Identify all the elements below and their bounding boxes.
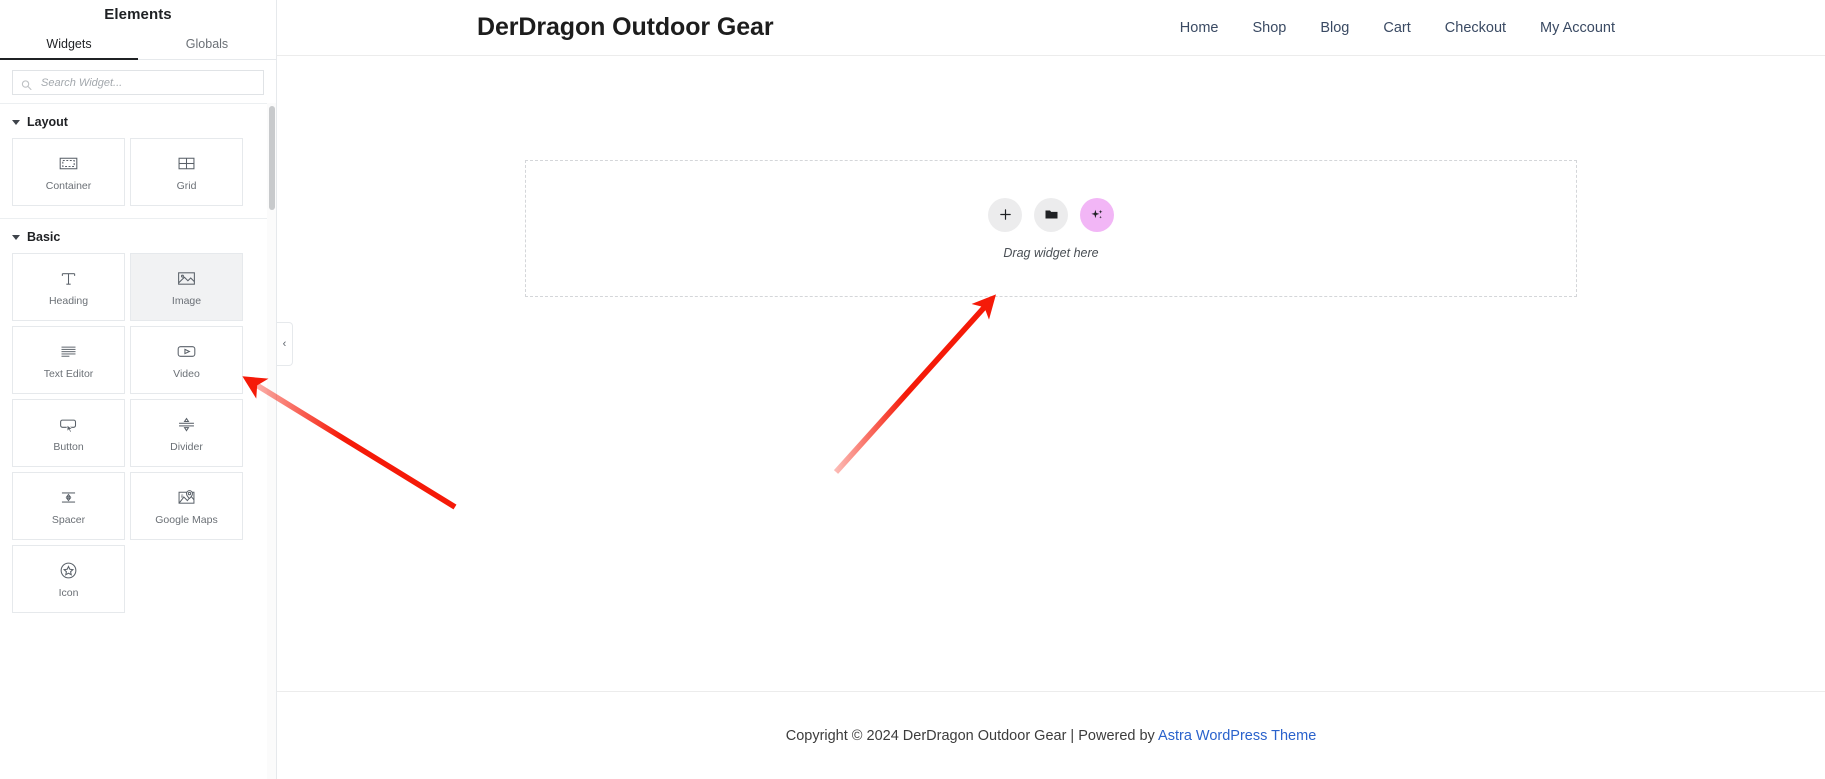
panel-scrollbar[interactable] (267, 103, 276, 779)
widget-spacer[interactable]: Spacer (12, 472, 125, 540)
widget-button-label: Button (53, 441, 84, 454)
editor-canvas: Drag widget here (277, 55, 1825, 691)
widget-google-maps[interactable]: g Google Maps (130, 472, 243, 540)
search-widget-area (0, 60, 276, 103)
widget-container[interactable]: Container (12, 138, 125, 206)
category-basic-header[interactable]: Basic (0, 219, 276, 253)
folder-icon (1044, 207, 1059, 222)
widget-text-editor-label: Text Editor (43, 368, 94, 381)
footer-copyright-text: Copyright © 2024 DerDragon Outdoor Gear … (785, 727, 1159, 744)
category-layout-widgets: Container Grid (0, 138, 276, 218)
footer-copyright: Copyright © 2024 DerDragon Outdoor Gear … (786, 728, 1317, 744)
widget-dropzone[interactable]: Drag widget here (525, 160, 1577, 297)
nav-item-blog[interactable]: Blog (1320, 20, 1349, 36)
nav-item-home[interactable]: Home (1180, 20, 1219, 36)
widgets-scroll-area: Layout Container Grid Basic Heading Imag… (0, 103, 276, 779)
site-title: DerDragon Outdoor Gear (477, 13, 774, 41)
video-icon (176, 340, 198, 362)
panel-scrollbar-thumb[interactable] (268, 106, 275, 210)
text-editor-icon (58, 340, 80, 362)
search-box[interactable] (12, 70, 264, 95)
search-icon (21, 77, 32, 90)
elements-panel: Elements Widgets Globals Search Widget..… (0, 0, 277, 779)
tab-globals[interactable]: Globals (138, 28, 276, 59)
chevron-down-icon (12, 119, 20, 125)
spacer-icon (58, 486, 80, 508)
widget-divider-label: Divider (170, 441, 203, 454)
category-basic: Basic Heading Image Text Editor Video Bu… (0, 218, 276, 625)
chevron-down-icon (12, 234, 20, 240)
category-layout: Layout Container Grid (0, 103, 276, 218)
add-template-button[interactable] (1034, 197, 1068, 232)
elementor-editor: Elements Widgets Globals Search Widget..… (0, 0, 1825, 779)
chevron-left-icon: ‹ (282, 337, 287, 350)
widget-container-label: Container (45, 180, 92, 193)
footer-theme-link[interactable]: Astra WordPress Theme (1158, 728, 1316, 744)
category-layout-title: Layout (27, 115, 68, 129)
category-basic-title: Basic (27, 230, 61, 244)
tab-widgets-label: Widgets (46, 36, 92, 51)
widget-google-maps-label: Google Maps (155, 514, 218, 527)
panel-collapse-button[interactable]: ‹ (277, 322, 293, 366)
tab-globals-label: Globals (185, 36, 229, 51)
widget-divider[interactable]: Divider (130, 399, 243, 467)
search-input[interactable] (39, 75, 263, 90)
dropzone-hint: Drag widget here (1003, 245, 1099, 260)
site-nav: Home Shop Blog Cart Checkout My Account (1180, 20, 1615, 36)
widget-text-editor[interactable]: Text Editor (12, 326, 125, 394)
category-basic-widgets: Heading Image Text Editor Video Button D… (0, 253, 276, 625)
widget-video-label: Video (173, 368, 200, 381)
nav-item-checkout[interactable]: Checkout (1445, 20, 1506, 36)
widget-heading-label: Heading (48, 295, 89, 308)
widget-image[interactable]: Image (130, 253, 243, 321)
button-icon (58, 413, 80, 435)
site-footer: Copyright © 2024 DerDragon Outdoor Gear … (277, 691, 1825, 779)
widget-icon-label: Icon (58, 587, 79, 600)
widget-icon[interactable]: Icon (12, 545, 125, 613)
image-icon (176, 267, 198, 289)
widget-image-label: Image (171, 295, 202, 308)
widget-heading[interactable]: Heading (12, 253, 125, 321)
nav-item-cart[interactable]: Cart (1383, 20, 1410, 36)
category-layout-header[interactable]: Layout (0, 104, 276, 138)
widget-grid[interactable]: Grid (130, 138, 243, 206)
panel-tabs: Widgets Globals (0, 28, 276, 60)
nav-item-my-account[interactable]: My Account (1540, 20, 1615, 36)
container-icon (58, 152, 80, 174)
site-header: DerDragon Outdoor Gear Home Shop Blog Ca… (277, 0, 1825, 55)
grid-icon (176, 152, 198, 174)
divider-icon (176, 413, 198, 435)
dropzone-buttons (988, 197, 1114, 232)
tab-widgets[interactable]: Widgets (0, 28, 138, 60)
add-element-button[interactable] (988, 197, 1022, 232)
heading-icon (58, 267, 80, 289)
widget-spacer-label: Spacer (51, 514, 86, 527)
google-maps-icon: g (176, 486, 198, 508)
preview-frame: DerDragon Outdoor Gear Home Shop Blog Ca… (277, 0, 1825, 779)
plus-icon (998, 207, 1013, 222)
page-title: Elements (104, 5, 172, 23)
widget-button[interactable]: Button (12, 399, 125, 467)
panel-header: Elements (0, 0, 276, 28)
nav-item-shop[interactable]: Shop (1252, 20, 1286, 36)
widget-video[interactable]: Video (130, 326, 243, 394)
widget-grid-label: Grid (176, 180, 197, 193)
sparkles-icon (1089, 207, 1105, 223)
ai-generate-button[interactable] (1080, 197, 1114, 232)
star-icon (58, 559, 80, 581)
